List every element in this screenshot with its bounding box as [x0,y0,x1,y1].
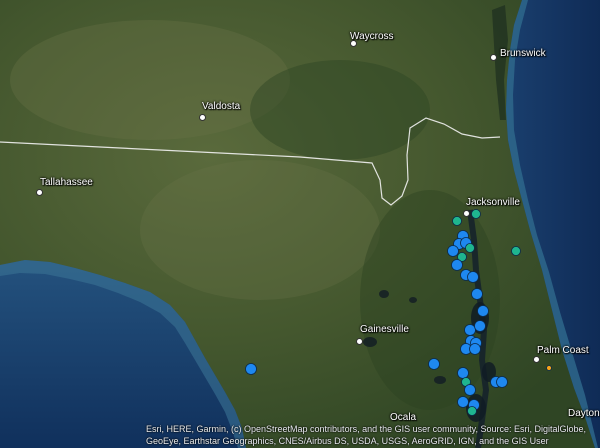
lake [409,297,417,303]
map-marker-teal[interactable] [471,209,481,219]
map-marker-blue[interactable] [457,396,469,408]
map-marker-orange[interactable] [546,365,552,371]
map-marker-blue[interactable] [469,343,481,355]
map-marker-blue[interactable] [457,367,469,379]
city-dot-valdosta [199,114,206,121]
city-dot-brunswick [490,54,497,61]
terrain-patch [140,160,380,300]
city-dot-palm-coast [533,356,540,363]
city-dot-tallahassee [36,189,43,196]
map-marker-blue[interactable] [464,324,476,336]
city-dot-jacksonville [463,210,470,217]
terrain-patch [10,20,290,140]
city-label-palm-coast: Palm Coast [537,345,589,356]
map-marker-blue[interactable] [477,305,489,317]
map-marker-blue[interactable] [496,376,508,388]
satellite-basemap[interactable] [0,0,600,448]
city-label-dayton: Dayton [568,408,600,419]
lake [379,290,389,298]
map-attribution: Esri, HERE, Garmin, (c) OpenStreetMap co… [146,424,586,446]
map-marker-teal[interactable] [511,246,521,256]
city-label-valdosta: Valdosta [202,101,241,112]
map-marker-blue[interactable] [451,259,463,271]
map-marker-teal[interactable] [467,406,477,416]
city-label-tallahassee: Tallahassee [40,177,93,188]
lake [434,376,446,384]
map-marker-teal[interactable] [452,216,462,226]
city-dot-gainesville [356,338,363,345]
map-view[interactable]: Waycross Brunswick Valdosta Tallahassee … [0,0,600,448]
map-marker-blue[interactable] [474,320,486,332]
map-marker-blue[interactable] [464,384,476,396]
city-label-brunswick: Brunswick [500,48,546,59]
city-label-gainesville: Gainesville [360,324,409,335]
lake [363,337,377,347]
terrain-patch [250,60,430,160]
map-marker-blue[interactable] [245,363,257,375]
map-marker-blue[interactable] [467,271,479,283]
map-marker-blue[interactable] [447,245,459,257]
map-marker-blue[interactable] [428,358,440,370]
map-marker-teal[interactable] [465,243,475,253]
city-label-waycross: Waycross [350,31,394,42]
map-marker-blue[interactable] [471,288,483,300]
city-label-jacksonville: Jacksonville [466,197,520,208]
